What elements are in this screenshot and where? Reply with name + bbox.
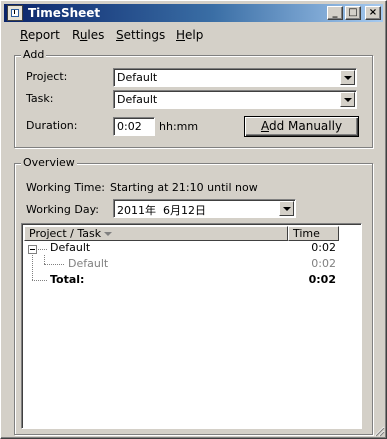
working-time-label: Working Time: [26,181,105,194]
chevron-down-icon[interactable] [340,92,355,107]
tree-row-project[interactable]: Default [50,241,90,254]
collapse-icon[interactable] [28,245,37,254]
title-bar[interactable]: TimeSheet _ □ × [4,4,383,22]
tree-row-total: Total: [50,273,85,286]
task-label: Task: [26,92,54,105]
duration-label: Duration: [26,119,78,132]
tree-row-total-time: 0:02 [308,273,336,286]
sort-arrow-icon [104,232,112,236]
resize-grip-icon[interactable] [373,425,385,437]
column-header-time[interactable]: Time [288,226,339,241]
chevron-down-icon[interactable] [279,201,294,216]
tree-line [32,255,33,280]
maximize-button[interactable]: □ [345,6,361,20]
column-header-label: Time [293,227,320,240]
tree-row-task[interactable]: Default [68,257,108,270]
chevron-down-icon[interactable] [340,70,355,85]
project-label: Project: [26,70,68,83]
duration-value: 0:02 [117,120,142,133]
timesheet-window: TimeSheet _ □ × Report Rules Settings He… [0,0,387,439]
task-value: Default [117,93,158,106]
tree-row-task-time: 0:02 [311,257,336,270]
duration-input[interactable]: 0:02 [113,117,155,136]
app-icon [7,5,23,21]
add-group-label: Add [21,48,47,61]
project-select[interactable]: Default [113,68,357,87]
column-header-project-task[interactable]: Project / Task [24,226,288,241]
task-select[interactable]: Default [113,90,357,109]
menu-report[interactable]: Report [20,28,60,42]
working-time-value: Starting at 21:10 until now [110,181,258,194]
column-header-label: Project / Task [29,227,102,240]
tree-line [32,280,47,281]
duration-unit: hh:mm [159,120,199,133]
tree-row-project-time: 0:02 [311,241,336,254]
overview-group-label: Overview [21,156,77,169]
tree-line [44,264,64,265]
tree-line [38,249,47,250]
working-day-value: 2011年 6月12日 [117,204,206,217]
working-day-picker[interactable]: 2011年 6月12日 [113,199,296,218]
menu-rules[interactable]: Rules [72,28,104,42]
tree-line [44,255,45,264]
menu-help[interactable]: Help [176,28,203,42]
window-title: TimeSheet [28,6,101,20]
add-manually-button[interactable]: Add Manually [244,116,359,137]
overview-table[interactable]: Project / Task Time Default 0:02 Default… [21,223,362,429]
close-button[interactable]: × [365,6,381,20]
menu-bar: Report Rules Settings Help [4,25,383,45]
minimize-button[interactable]: _ [327,6,343,20]
menu-settings[interactable]: Settings [116,28,165,42]
project-value: Default [117,71,158,84]
working-day-label: Working Day: [26,203,99,216]
